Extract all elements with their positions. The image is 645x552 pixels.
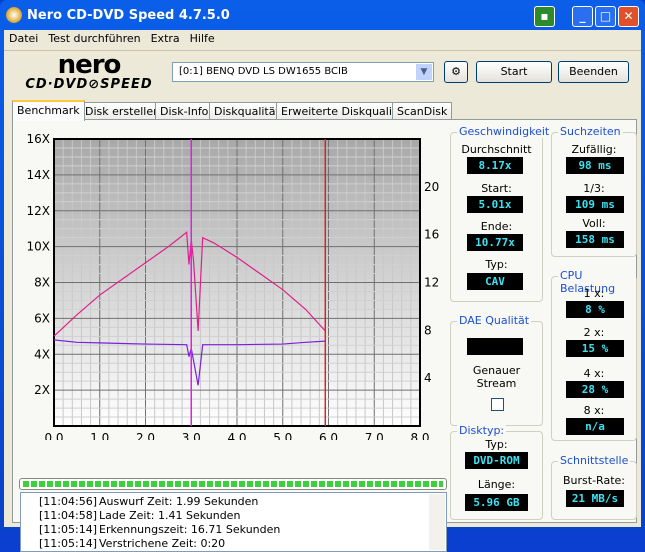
menu-extra[interactable]: Extra [146,30,185,47]
cpu-1x-value: 8 % [566,301,624,318]
disk-type-group: Disktyp: Typ: DVD-ROM Länge: 5.96 GB [450,424,543,520]
full-label: Voll: [582,217,606,230]
title-bar: Nero CD-DVD Speed 4.7.5.0 ▪ _ □ ✕ [0,0,645,30]
y2-tick-label: 4 [424,371,432,385]
stream-label: Genauer Stream [472,364,521,390]
seek-group: Suchzeiten Zufällig: 98 ms 1/3: 109 ms V… [551,125,637,257]
drive-value: [0:1] BENQ DVD LS DW1655 BCIB [179,66,348,77]
start-label: Start: [481,182,512,195]
menu-test[interactable]: Test durchführen [43,30,145,47]
chevron-down-icon[interactable]: ▼ [416,64,432,80]
toolbar: nero CD·DVD⊘SPEED [0:1] BENQ DVD LS DW165… [4,50,641,98]
tab-diskqualitaet[interactable]: Diskqualität [209,102,285,120]
cpu-2x-label: 2 x: [583,326,605,339]
drive-select[interactable]: [0:1] BENQ DVD LS DW1655 BCIB ▼ [172,62,434,82]
disk-type-label: Typ: [485,438,508,451]
y-tick-label: 4X [34,347,50,361]
app-window: Nero CD-DVD Speed 4.7.5.0 ▪ _ □ ✕ Datei T… [0,0,645,552]
cpu-4x-label: 4 x: [583,367,605,380]
x-tick-label: 1.0 [90,431,109,440]
x-tick-label: 8.0 [410,431,429,440]
interface-group: Schnittstelle Burst-Rate: 21 MB/s [551,454,637,520]
y-tick-label: 8X [34,276,50,290]
log-row: [11:04:56] Auswurf Zeit: 1.99 Sekunden [39,495,259,508]
avg-speed-value: 8.17x [467,157,523,174]
dae-group: DAE Qualität Genauer Stream [450,314,543,426]
log-row: [11:05:14] Verstrichene Zeit: 0:20 [39,537,226,550]
cpu-4x-value: 28 % [566,381,624,398]
cpu-8x-value: n/a [566,418,624,435]
log-row: [11:04:58] Lade Zeit: 1.41 Sekunden [39,509,241,522]
y2-tick-label: 16 [424,228,439,242]
app-icon [6,7,22,23]
tab-disk-erstellen[interactable]: Disk erstellen [80,102,166,120]
maximize-button[interactable]: □ [595,6,616,27]
start-speed-value: 5.01x [467,196,523,213]
exit-button[interactable]: Beenden [558,61,629,83]
cpu-8x-label: 8 x: [583,404,605,417]
y-tick-label: 14X [27,168,51,182]
menu-datei[interactable]: Datei [4,30,43,47]
random-label: Zufällig: [571,143,617,156]
log-list: [11:04:56] Auswurf Zeit: 1.99 Sekunden [1… [20,492,447,552]
benchmark-chart: 0.0 1.0 2.0 3.0 4.0 5.0 6.0 7.0 8.0 2X 4X 6X 8X 10X 12… [27,132,440,440]
y2-tick-label: 8 [424,323,432,337]
avg-label: Durchschnitt [461,143,532,156]
minimize-button[interactable]: _ [572,6,593,27]
disk-type-value: DVD-ROM [465,452,528,469]
nero-logo: nero CD·DVD⊘SPEED [25,50,153,92]
dae-value [467,338,523,355]
menu-hilfe[interactable]: Hilfe [185,30,220,47]
burst-rate-value: 21 MB/s [566,490,624,507]
x-tick-label: 3.0 [182,431,201,440]
accurate-stream-checkbox[interactable] [491,398,504,411]
speed-type-value: CAV [467,273,523,290]
end-speed-value: 10.77x [467,234,523,251]
tab-benchmark[interactable]: Benchmark [12,100,85,121]
cpu-1x-label: 1 x: [583,287,605,300]
disk-length-label: Länge: [477,478,516,491]
type-label: Typ: [485,258,508,271]
y-tick-label: 16X [27,132,51,146]
x-tick-label: 7.0 [365,431,384,440]
start-button[interactable]: Start [476,61,552,83]
close-button[interactable]: ✕ [618,6,639,27]
progress-bar [19,478,447,490]
log-scrollbar[interactable] [429,494,445,550]
tab-scandisk[interactable]: ScanDisk [392,102,453,120]
cpu-group: CPU Belastung 1 x: 8 % 2 x: 15 % 4 x: 28… [551,269,637,441]
random-seek-value: 98 ms [566,157,624,174]
progress-fill [23,481,443,487]
y2-tick-label: 20 [424,180,439,194]
menu-bar: Datei Test durchführen Extra Hilfe [4,30,641,48]
save-icon[interactable]: ▪ [534,6,555,27]
y2-tick-label: 12 [424,276,439,290]
y-tick-label: 2X [34,383,50,397]
y-tick-label: 12X [27,204,51,218]
x-tick-label: 2.0 [136,431,155,440]
end-label: Ende: [480,220,513,233]
benchmark-panel: 0.0 1.0 2.0 3.0 4.0 5.0 6.0 7.0 8.0 2X 4X 6X 8X 10X 12… [12,119,637,552]
x-tick-label: 0.0 [44,431,63,440]
window-title: Nero CD-DVD Speed 4.7.5.0 [27,8,230,23]
tab-disk-info[interactable]: Disk-Info [155,102,214,120]
x-tick-label: 4.0 [227,431,246,440]
third-label: 1/3: [583,182,605,195]
cpu-2x-value: 15 % [566,340,624,357]
disk-length-value: 5.96 GB [465,494,528,511]
x-tick-label: 5.0 [273,431,292,440]
y-tick-label: 6X [34,311,50,325]
burst-label: Burst-Rate: [563,474,625,487]
refresh-drives-button[interactable]: ⚙ [444,61,468,83]
log-row: [11:05:14] Erkennungszeit: 16.71 Sekunden [39,523,281,536]
full-seek-value: 158 ms [566,231,624,248]
third-seek-value: 109 ms [566,196,624,213]
y-tick-label: 10X [27,240,51,254]
x-tick-label: 6.0 [319,431,338,440]
speed-group: Geschwindigkeit Durchschnitt 8.17x Start… [450,125,552,302]
